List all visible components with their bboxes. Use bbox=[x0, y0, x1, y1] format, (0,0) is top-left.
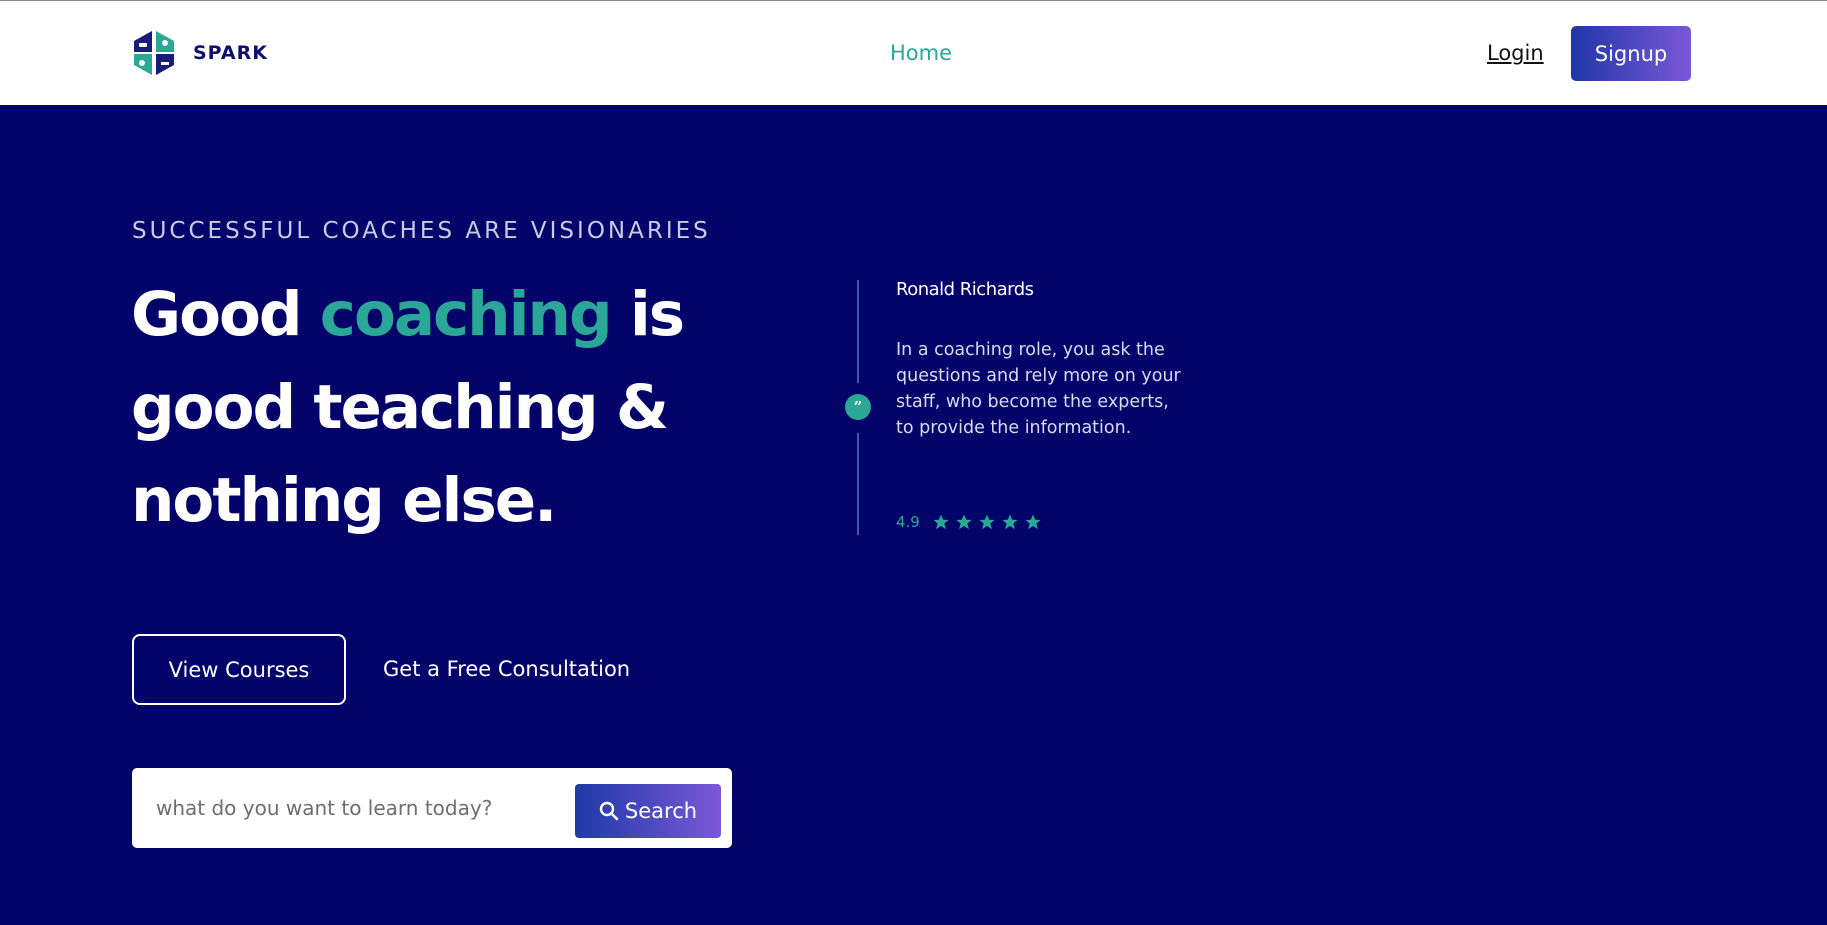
search-bar: Search bbox=[132, 768, 732, 848]
search-input[interactable] bbox=[156, 788, 576, 828]
free-consultation-link[interactable]: Get a Free Consultation bbox=[383, 657, 630, 681]
testimonial-quote: In a coaching role, you ask the question… bbox=[896, 340, 1181, 438]
testimonial-divider-bottom bbox=[857, 433, 859, 535]
hero-eyebrow: SUCCESSFUL COACHES ARE VISIONARIES bbox=[132, 218, 711, 244]
view-courses-button[interactable]: View Courses bbox=[132, 634, 346, 705]
star-icon bbox=[1002, 514, 1018, 530]
star-icon bbox=[1025, 514, 1041, 530]
rating-score: 4.9 bbox=[896, 513, 920, 531]
brand-name: SPARK bbox=[193, 42, 268, 64]
testimonial-rating: 4.9 bbox=[896, 513, 1047, 531]
login-link[interactable]: Login bbox=[1487, 41, 1544, 65]
star-icon bbox=[956, 514, 972, 530]
hero-headline: Good coaching is good teaching & nothing… bbox=[131, 268, 811, 547]
quote-icon: ” bbox=[845, 394, 871, 420]
signup-button[interactable]: Signup bbox=[1571, 26, 1691, 81]
rating-stars bbox=[932, 513, 1047, 531]
star-icon bbox=[979, 514, 995, 530]
headline-part1: Good bbox=[131, 279, 320, 350]
headline-accent: coaching bbox=[319, 279, 613, 350]
nav-link-home[interactable]: Home bbox=[890, 41, 952, 65]
search-icon bbox=[599, 801, 619, 821]
testimonial-divider-top bbox=[857, 280, 859, 383]
search-button[interactable]: Search bbox=[575, 784, 721, 838]
star-icon bbox=[933, 514, 949, 530]
testimonial-author: Ronald Richards bbox=[896, 279, 1034, 300]
spark-logo-icon bbox=[133, 30, 175, 76]
top-navbar: SPARK Home Login Signup bbox=[0, 0, 1827, 105]
search-button-label: Search bbox=[624, 799, 698, 823]
brand-logo[interactable]: SPARK bbox=[131, 29, 268, 77]
